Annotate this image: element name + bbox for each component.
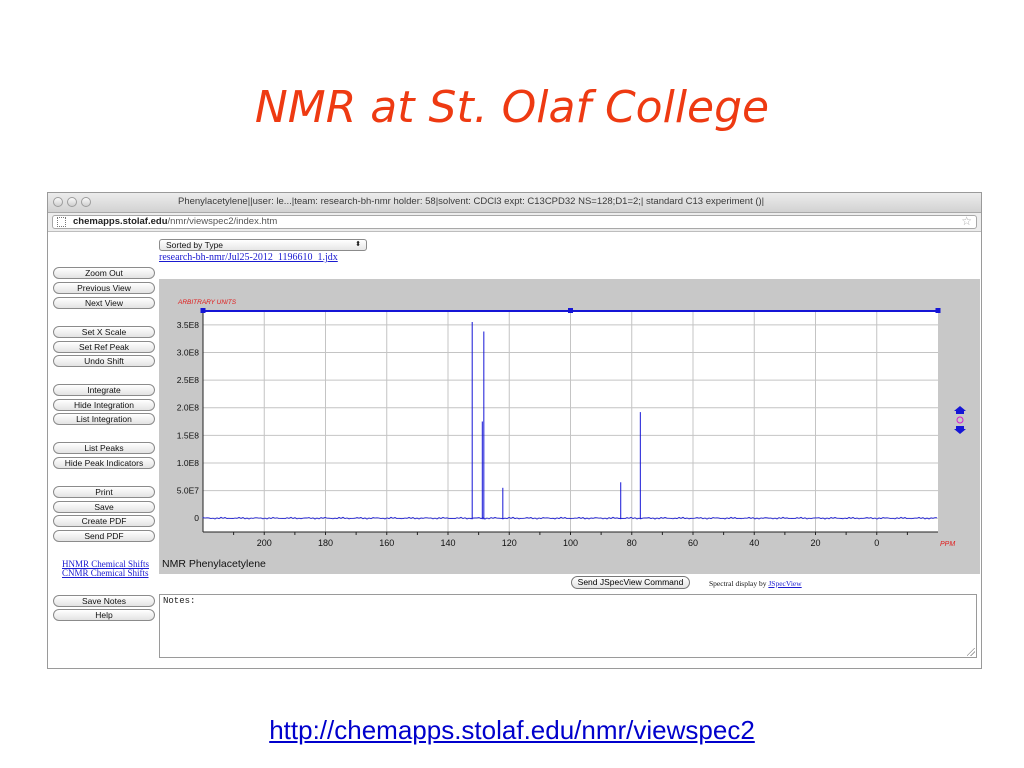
x-tick-label: 0	[874, 538, 879, 548]
page-icon	[57, 217, 66, 227]
scale-up-arrow-stem	[956, 411, 964, 414]
y-tick-label: 2.5E8	[177, 375, 199, 385]
spectrum-file-link[interactable]: research-bh-nmr/Jul25-2012_1196610_1.jdx	[159, 252, 338, 263]
undo-shift-button[interactable]: Undo Shift	[53, 355, 155, 367]
y-tick-label: 2.0E8	[177, 403, 199, 413]
send-jspecview-command-button[interactable]: Send JSpecView Command	[571, 576, 690, 589]
y-tick-label: 0	[194, 513, 199, 523]
close-window-icon[interactable]	[53, 197, 63, 207]
sort-select-value: Sorted by Type	[166, 240, 224, 250]
y-tick-label: 1.0E8	[177, 458, 199, 468]
integrate-button[interactable]: Integrate	[53, 384, 155, 396]
window-title: Phenylacetylene||user: le...|team: resea…	[178, 196, 765, 207]
url-field[interactable]: chemapps.stolaf.edu/nmr/viewspec2/index.…	[52, 214, 977, 229]
y-tick-label: 5.0E7	[177, 486, 199, 496]
x-tick-label: 60	[688, 538, 698, 548]
url-host: chemapps.stolaf.edu	[73, 216, 168, 227]
x-tick-label: 80	[627, 538, 637, 548]
previous-view-button[interactable]: Previous View	[53, 282, 155, 294]
jspecview-link[interactable]: JSpecView	[768, 579, 801, 588]
credit-prefix: Spectral display by	[709, 579, 767, 588]
y-tick-label: 1.5E8	[177, 430, 199, 440]
next-view-button[interactable]: Next View	[53, 297, 155, 309]
set-ref-peak-button[interactable]: Set Ref Peak	[53, 341, 155, 353]
y-tick-label: 3.5E8	[177, 320, 199, 330]
help-button[interactable]: Help	[53, 609, 155, 621]
address-bar: chemapps.stolaf.edu/nmr/viewspec2/index.…	[48, 213, 981, 232]
notes-textarea[interactable]: Notes:	[159, 594, 977, 658]
x-tick-label: 160	[379, 538, 394, 548]
send-pdf-button[interactable]: Send PDF	[53, 530, 155, 542]
x-tick-label: 20	[810, 538, 820, 548]
url-path: /nmr/viewspec2/index.htm	[167, 216, 278, 227]
scale-down-arrow-stem	[956, 426, 964, 429]
set-x-scale-button[interactable]: Set X Scale	[53, 326, 155, 338]
slide-title: NMR at St. Olaf College	[254, 82, 770, 133]
cursor-handle	[935, 308, 941, 313]
cursor-handle	[200, 308, 206, 313]
browser-window: Phenylacetylene||user: le...|team: resea…	[47, 192, 982, 669]
nmr-spectrum-chart[interactable]: 200 180 160 140 120 100 80 60 40 20 005.0E71.0E81.…	[159, 279, 980, 574]
cnmr-shifts-link[interactable]: CNMR Chemical Shifts	[62, 568, 149, 578]
zoom-out-button[interactable]: Zoom Out	[53, 267, 155, 279]
bookmark-star-icon[interactable]: ☆	[961, 214, 972, 228]
x-axis-unit-label: PPM	[940, 541, 955, 548]
x-tick-label: 120	[502, 538, 517, 548]
y-axis-unit-label: ARBITRARY UNITS	[177, 299, 237, 306]
save-button[interactable]: Save	[53, 501, 155, 513]
window-titlebar: Phenylacetylene||user: le...|team: resea…	[48, 193, 981, 213]
sort-select[interactable]: Sorted by Type ⬍	[159, 239, 367, 251]
save-notes-button[interactable]: Save Notes	[53, 595, 155, 607]
scale-up-arrow-icon	[954, 406, 966, 411]
resize-grip-icon[interactable]	[967, 648, 975, 656]
url-text: chemapps.stolaf.edu/nmr/viewspec2/index.…	[73, 216, 277, 228]
list-peaks-button[interactable]: List Peaks	[53, 442, 155, 454]
cursor-handle	[568, 308, 573, 313]
scale-down-arrow-icon	[954, 429, 966, 434]
print-button[interactable]: Print	[53, 486, 155, 498]
spectrum-panel[interactable]: 200 180 160 140 120 100 80 60 40 20 0 0 5.0E7 1.0E8 1.…	[159, 279, 980, 574]
hide-peak-indicators-button[interactable]: Hide Peak Indicators	[53, 457, 155, 469]
hide-integration-button[interactable]: Hide Integration	[53, 399, 155, 411]
scale-reset-icon	[956, 416, 964, 424]
minimize-window-icon[interactable]	[67, 197, 77, 207]
select-arrows-icon: ⬍	[355, 241, 361, 248]
slide-link[interactable]: http://chemapps.stolaf.edu/nmr/viewspec2	[0, 715, 1024, 746]
spectrum-caption: NMR Phenylacetylene	[162, 558, 266, 570]
list-integration-button[interactable]: List Integration	[53, 413, 155, 425]
zoom-window-icon[interactable]	[81, 197, 91, 207]
x-tick-label: 140	[440, 538, 455, 548]
spectral-display-credit: Spectral display by JSpecView	[709, 579, 802, 588]
x-tick-label: 200	[257, 538, 272, 548]
notes-label: Notes:	[163, 596, 196, 606]
x-tick-label: 40	[749, 538, 759, 548]
x-tick-label: 100	[563, 538, 578, 548]
x-tick-label: 180	[318, 538, 333, 548]
create-pdf-button[interactable]: Create PDF	[53, 515, 155, 527]
y-tick-label: 3.0E8	[177, 347, 199, 357]
